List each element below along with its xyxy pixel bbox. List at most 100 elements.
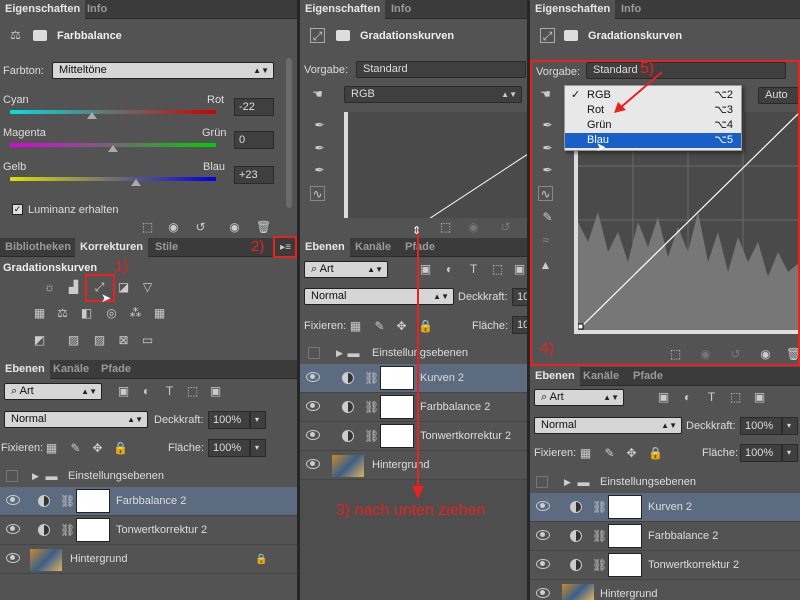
layer-mask-thumbnail[interactable] [380, 395, 414, 419]
tab-kanaele[interactable]: Kanäle [48, 360, 94, 379]
blend-mode-select[interactable]: Normal ▲▼ [4, 411, 148, 428]
lock-move-icon[interactable]: ✥ [624, 446, 639, 461]
layer-mask-thumbnail[interactable] [608, 495, 642, 519]
curves-graph[interactable] [344, 112, 527, 273]
eye-icon[interactable]: ◉ [227, 220, 242, 235]
tab-stile[interactable]: Stile [150, 238, 183, 257]
tab-pfade[interactable]: Pfade [96, 360, 136, 379]
blend-mode-select[interactable]: Normal ▲▼ [304, 288, 454, 305]
threshold-icon[interactable]: ▨ [92, 333, 107, 348]
tab-eigenschaften[interactable]: Eigenschaften [530, 0, 616, 19]
filter-pixel-icon[interactable]: ▣ [656, 390, 671, 405]
farbton-select[interactable]: Mitteltöne ▲▼ [52, 62, 274, 79]
layer-mask-thumbnail[interactable] [76, 518, 110, 542]
clip-icon[interactable]: ⬚ [140, 220, 155, 235]
slider-cyan-thumb[interactable] [87, 112, 97, 119]
brightness-icon[interactable]: ☼ [42, 280, 57, 295]
visibility-prev-icon[interactable]: ◉ [466, 220, 481, 235]
layer-row[interactable]: ⛓ Tonwertkorrektur 2 [530, 551, 800, 580]
opacity-field[interactable]: 100% [740, 417, 782, 435]
mask-icon[interactable] [33, 30, 47, 41]
image-thumbnail[interactable] [562, 584, 594, 600]
opacity-field[interactable]: 10 [512, 288, 527, 306]
mask-icon[interactable] [564, 30, 578, 41]
filter-shape-icon[interactable]: ⬚ [728, 390, 743, 405]
filter-kind-select[interactable]: ⌕ Art ▲▼ [4, 383, 102, 400]
filter-type-icon[interactable]: T [162, 384, 177, 399]
tab-pfade[interactable]: Pfade [628, 367, 668, 386]
preset-select[interactable]: Standard [356, 61, 526, 78]
filter-adjust-icon[interactable]: ◐ [680, 390, 695, 405]
visibility-box[interactable] [6, 470, 18, 482]
curve-point-tool-icon[interactable]: ∿ [310, 186, 325, 201]
lock-transparency-icon[interactable]: ▦ [578, 446, 593, 461]
eye-icon[interactable] [6, 553, 20, 563]
tab-ebenen[interactable]: Ebenen [530, 367, 580, 386]
posterize-icon[interactable]: ▨ [66, 333, 81, 348]
layer-mask-thumbnail[interactable] [76, 489, 110, 513]
eye-icon[interactable] [536, 530, 550, 540]
bw-icon[interactable]: ◧ [79, 306, 94, 321]
levels-icon[interactable]: ▟ [66, 280, 81, 295]
slider-magenta-thumb[interactable] [108, 145, 118, 152]
exposure-icon[interactable]: ◪ [116, 280, 131, 295]
filter-kind-select[interactable]: ⌕ Art ▲▼ [534, 389, 624, 406]
gelb-value-field[interactable]: +23 [234, 166, 274, 184]
eye-icon[interactable] [6, 495, 20, 505]
channel-mixer-icon[interactable]: ⁂ [128, 306, 143, 321]
opacity-dropdown[interactable]: ▾ [250, 411, 266, 429]
fill-field[interactable]: 100% [208, 439, 250, 457]
luminanz-checkbox[interactable]: ✓ [12, 204, 23, 215]
filter-kind-select[interactable]: ⌕ Art ▲▼ [304, 261, 388, 278]
layer-mask-thumbnail[interactable] [608, 553, 642, 577]
lock-paint-icon[interactable]: ✎ [602, 446, 617, 461]
slider-gelb-thumb[interactable] [131, 179, 141, 186]
filter-shape-icon[interactable]: ⬚ [490, 262, 505, 277]
filter-type-icon[interactable]: T [704, 390, 719, 405]
clip-icon[interactable]: ⬚ [438, 220, 453, 235]
lock-paint-icon[interactable]: ✎ [372, 319, 387, 334]
hand-tool-icon[interactable]: ☚ [310, 87, 325, 102]
selective-color-icon[interactable]: ⊠ [116, 333, 131, 348]
tab-bibliotheken[interactable]: Bibliotheken [0, 238, 76, 257]
tab-info[interactable]: Info [616, 0, 646, 19]
tab-kanaele[interactable]: Kanäle [578, 367, 624, 386]
expand-arrow-icon[interactable]: ▶ [28, 469, 43, 484]
lock-all-icon[interactable]: 🔒 [113, 441, 128, 456]
color-lookup-icon[interactable]: ▦ [152, 306, 167, 321]
filter-type-icon[interactable]: T [466, 262, 481, 277]
lock-move-icon[interactable]: ✥ [90, 441, 105, 456]
image-thumbnail[interactable] [30, 549, 62, 571]
layer-row[interactable]: Hintergrund 🔒 [0, 545, 297, 574]
trash-icon[interactable]: 🗑 [256, 220, 271, 235]
lock-transparency-icon[interactable]: ▦ [348, 319, 363, 334]
vibrance-icon[interactable]: ▽ [140, 280, 155, 295]
tab-ebenen[interactable]: Ebenen [300, 238, 350, 257]
photo-filter-icon[interactable]: ◎ [104, 306, 119, 321]
filter-shape-icon[interactable]: ⬚ [185, 384, 200, 399]
blend-mode-select[interactable]: Normal ▲▼ [534, 417, 682, 434]
hue-icon[interactable]: ▦ [32, 306, 47, 321]
panel-menu-icon[interactable]: ▸≡ [278, 240, 293, 255]
filter-adjust-icon[interactable]: ◐ [139, 384, 154, 399]
layer-mask-thumbnail[interactable] [380, 424, 414, 448]
image-thumbnail[interactable] [332, 455, 364, 477]
layer-mask-thumbnail[interactable] [380, 366, 414, 390]
eye-icon[interactable] [536, 588, 550, 598]
visibility-box[interactable] [536, 476, 548, 488]
eye-icon[interactable] [306, 459, 320, 469]
properties-scrollbar[interactable] [286, 58, 292, 208]
fill-dropdown[interactable]: ▾ [250, 439, 266, 457]
visibility-box[interactable] [308, 347, 320, 359]
eye-icon[interactable] [536, 559, 550, 569]
mask-icon[interactable] [336, 30, 350, 41]
magenta-value-field[interactable]: 0 [234, 131, 274, 149]
layer-row[interactable]: ⛓ Kurven 2 [530, 493, 800, 522]
eye-icon[interactable] [6, 524, 20, 534]
opacity-field[interactable]: 100% [208, 411, 250, 429]
opacity-dropdown[interactable]: ▾ [782, 417, 798, 435]
gradient-map-icon[interactable]: ▭ [140, 333, 155, 348]
eye-icon[interactable] [306, 430, 320, 440]
layer-row[interactable]: ⛓ Farbbalance 2 [530, 522, 800, 551]
lock-paint-icon[interactable]: ✎ [68, 441, 83, 456]
